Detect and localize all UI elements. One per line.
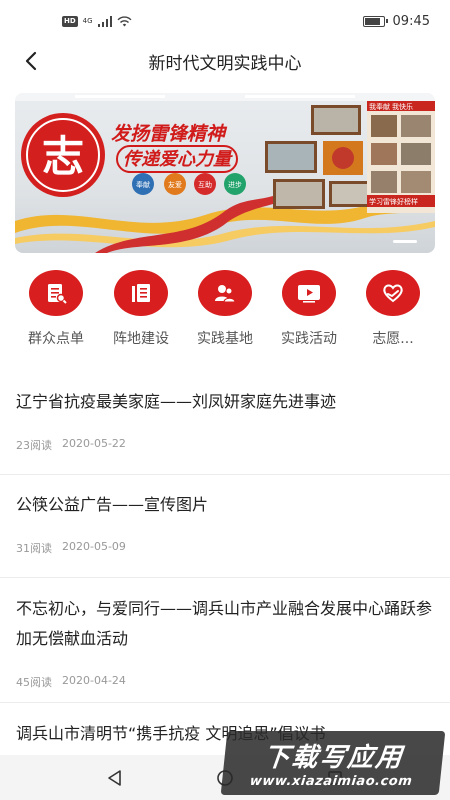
- back-button[interactable]: [18, 48, 44, 74]
- battery-fill: [364, 17, 380, 25]
- article-list: 辽宁省抗疫最美家庭——刘凤妍家庭先进事迹 23阅读 2020-05-22 公筷公…: [0, 372, 450, 763]
- quick-icon-circle: [114, 270, 168, 316]
- quick-item-activity[interactable]: 实践活动: [267, 270, 351, 348]
- page-title: 新时代文明实践中心: [148, 53, 302, 74]
- quick-icon-circle: [198, 270, 252, 316]
- battery-icon: [362, 15, 388, 27]
- article-meta: 23阅读 2020-05-22: [16, 437, 434, 453]
- quick-item-order[interactable]: 群众点单: [14, 270, 98, 348]
- video-icon: [298, 285, 320, 303]
- status-left: HD 4G: [62, 15, 132, 27]
- quick-label-order: 群众点单: [28, 331, 84, 347]
- quick-nav: 群众点单 阵地建设 实践基地 实践活动 志愿...: [0, 270, 450, 355]
- signal-icon: [97, 15, 112, 27]
- article-reads: 23阅读: [16, 439, 52, 452]
- quick-icon-circle: [282, 270, 336, 316]
- badge-3: 互助: [198, 180, 212, 189]
- quick-item-position[interactable]: 阵地建设: [99, 270, 183, 348]
- nav-bar: 新时代文明实践中心: [0, 42, 450, 80]
- heart-hand-icon: [383, 284, 403, 303]
- article-meta: 45阅读 2020-04-24: [16, 674, 434, 690]
- watermark-logo: 下载写应用 www.xiazaimiao.com: [220, 731, 446, 795]
- hd-badge: HD: [62, 15, 78, 27]
- watermark-line-1: 下载写应用: [261, 743, 406, 773]
- banner-headline-2: 传递爱心力量: [123, 149, 233, 169]
- order-list-icon: [48, 284, 67, 304]
- article-title: 辽宁省抗疫最美家庭——刘凤妍家庭先进事迹: [16, 392, 337, 411]
- article-date: 2020-04-24: [62, 674, 126, 687]
- list-item[interactable]: 公筷公益广告——宣传图片 31阅读 2020-05-09: [0, 475, 450, 578]
- banner-carousel[interactable]: 志 发扬雷锋精神 传递爱心力量 奉献 友爱 互助 进步 我奉献 我快乐 学习雷锋…: [15, 93, 435, 253]
- people-icon: [215, 285, 236, 303]
- triangle-back-icon: [108, 769, 121, 786]
- badge-4: 进步: [228, 181, 242, 189]
- status-bar: HD 4G 09:45: [0, 0, 450, 42]
- banner-image: 志 发扬雷锋精神 传递爱心力量 奉献 友爱 互助 进步 我奉献 我快乐 学习雷锋…: [15, 93, 435, 253]
- chevron-left-icon: [25, 51, 37, 71]
- board-bottom-text: 学习雷锋好榜样: [369, 197, 418, 206]
- quick-item-volunteer[interactable]: 志愿...: [351, 270, 435, 348]
- badge-2: 友爱: [168, 180, 182, 189]
- badge-1: 奉献: [136, 180, 150, 189]
- article-date: 2020-05-09: [62, 540, 126, 553]
- watermark-line-2: www.xiazaimiao.com: [249, 774, 414, 789]
- quick-item-base[interactable]: 实践基地: [183, 270, 267, 348]
- quick-icon-circle: [29, 270, 83, 316]
- network-type: 4G: [82, 17, 93, 25]
- quick-label-volunteer: 志愿...: [372, 331, 414, 347]
- status-time: 09:45: [392, 13, 430, 29]
- status-right: 09:45: [362, 13, 430, 29]
- quick-label-position: 阵地建设: [113, 331, 169, 347]
- list-item[interactable]: 不忘初心，与爱同行——调兵山市产业融合发展中心踊跃参加无偿献血活动 45阅读 2…: [0, 578, 450, 703]
- article-title: 不忘初心，与爱同行——调兵山市产业融合发展中心踊跃参加无偿献血活动: [16, 599, 433, 648]
- article-reads: 45阅读: [16, 676, 52, 689]
- banner-headline-1: 发扬雷锋精神: [111, 123, 228, 145]
- wifi-icon: [117, 15, 132, 26]
- carousel-indicator: [393, 240, 417, 243]
- list-item[interactable]: 辽宁省抗疫最美家庭——刘凤妍家庭先进事迹 23阅读 2020-05-22: [0, 372, 450, 475]
- system-back-button[interactable]: [100, 763, 130, 793]
- quick-label-base: 实践基地: [197, 331, 253, 347]
- document-icon: [132, 284, 150, 302]
- article-title: 公筷公益广告——宣传图片: [16, 495, 209, 514]
- article-reads: 31阅读: [16, 542, 52, 555]
- logo-char: 志: [42, 132, 84, 181]
- quick-label-activity: 实践活动: [281, 331, 337, 347]
- article-date: 2020-05-22: [62, 437, 126, 450]
- quick-icon-circle: [366, 270, 420, 316]
- article-meta: 31阅读 2020-05-09: [16, 540, 434, 556]
- board-top-text: 我奉献 我快乐: [369, 102, 413, 111]
